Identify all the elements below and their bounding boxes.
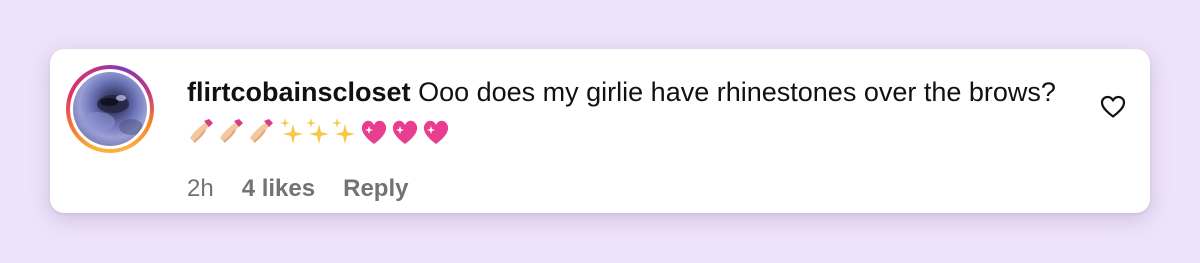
sparkles-emoji bbox=[280, 118, 303, 144]
sparkling-heart-emoji bbox=[423, 120, 449, 144]
reply-button[interactable]: Reply bbox=[343, 173, 408, 205]
comment-timestamp: 2h bbox=[187, 175, 214, 202]
nail-polish-emoji bbox=[220, 119, 243, 143]
comment-emojis bbox=[187, 116, 457, 146]
comment-text: flirtcobainscloset Ooo does my girlie ha… bbox=[187, 73, 1087, 151]
heart-outline-icon bbox=[1100, 95, 1126, 118]
comment-meta: 2h 4 likes Reply bbox=[187, 173, 436, 205]
nail-polish-emoji bbox=[190, 119, 213, 143]
likes-count-link[interactable]: 4 likes bbox=[242, 173, 315, 205]
sparkles-emoji bbox=[306, 118, 329, 144]
avatar-ring-gap bbox=[70, 69, 150, 149]
sparkles-emoji bbox=[332, 118, 355, 144]
like-button[interactable] bbox=[1100, 95, 1126, 119]
sparkling-heart-emoji bbox=[361, 120, 387, 144]
sparkling-heart-emoji bbox=[392, 120, 418, 144]
comment-username[interactable]: flirtcobainscloset bbox=[187, 77, 411, 107]
avatar-photo bbox=[79, 95, 143, 135]
avatar-story-ring[interactable] bbox=[66, 65, 154, 153]
avatar bbox=[73, 72, 147, 146]
nail-polish-emoji bbox=[250, 119, 273, 143]
comment-card: flirtcobainscloset Ooo does my girlie ha… bbox=[50, 49, 1150, 213]
comment-body: Ooo does my girlie have rhinestones over… bbox=[418, 77, 1056, 107]
